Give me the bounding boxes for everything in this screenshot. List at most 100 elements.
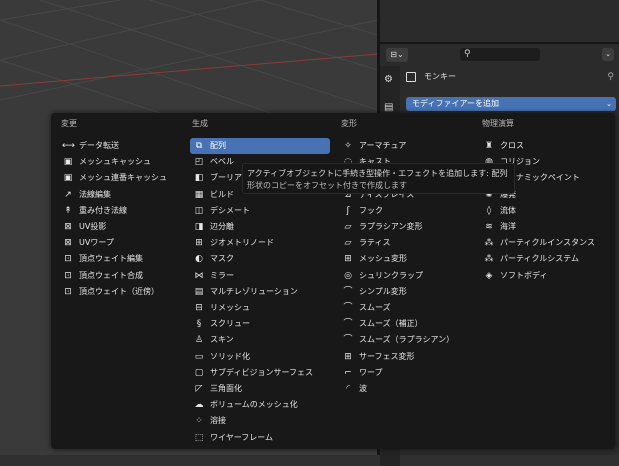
menu-item-label: スクリュー <box>210 319 250 329</box>
menu-item[interactable]: ◈ ソフトボディ <box>480 268 619 284</box>
menu-item[interactable]: ≋ 海洋 <box>480 219 619 235</box>
menu-item[interactable]: ⌒ スムーズ（補正） <box>339 316 479 332</box>
menu-item[interactable]: ⊞ メッシュ変形 <box>339 251 479 267</box>
menu-item[interactable]: ▤ マルチレゾリューション <box>190 284 330 300</box>
tooltip-line-1: アクティブオブジェクトに手続き型操作・エフェクトを追加します: 配列 <box>247 169 508 178</box>
menu-item[interactable]: ⋈ ミラー <box>190 268 330 284</box>
menu-item-label: 辺分離 <box>210 222 234 231</box>
modifier-icon: ♙ <box>194 335 204 346</box>
modifier-icon: ▤ <box>194 286 204 297</box>
menu-item-label: 溶接 <box>210 416 226 426</box>
modifier-icon: ♜ <box>484 141 494 151</box>
menu-item[interactable]: ⊞ ジオメトリノード <box>190 235 330 251</box>
modifier-icon: ◧ <box>194 173 204 184</box>
render-tab-icon[interactable]: ▤ <box>384 102 393 113</box>
search-input[interactable]: ⚲ <box>460 48 540 61</box>
menu-item[interactable]: ◜ 波 <box>339 381 479 397</box>
menu-item[interactable]: ♜ クロス <box>480 138 619 154</box>
tooltip-line-2: 形状のコピーをオフセット付きで作成します <box>247 181 407 190</box>
modifier-icon: ▱ <box>344 222 352 232</box>
menu-item-label: 頂点ウェイト合成 <box>79 270 143 280</box>
modifier-icon: ▭ <box>194 351 204 362</box>
menu-item[interactable]: ▱ ラティス <box>339 235 479 251</box>
menu-item[interactable]: ♙ スキン <box>190 332 330 348</box>
menu-item[interactable]: ⧉ 配列 <box>190 138 330 154</box>
menu-item[interactable]: § スクリュー <box>190 316 330 332</box>
menu-item[interactable]: ⌒ スムーズ（ラプラシアン） <box>339 332 479 348</box>
menu-item-label: フック <box>359 205 383 215</box>
menu-item[interactable]: ⊡ 頂点ウェイト編集 <box>59 251 199 267</box>
menu-item[interactable]: ⬚ ワイヤーフレーム <box>190 430 330 446</box>
menu-item[interactable]: ⊠ UVワープ <box>59 235 199 251</box>
menu-item[interactable]: ▱ ラプラシアン変形 <box>339 219 479 235</box>
modifier-icon: ʃ <box>346 205 350 216</box>
menu-item-label: 波 <box>359 384 367 393</box>
properties-icon: ⊟⌄ <box>390 50 404 59</box>
menu-item[interactable]: ✧ アーマチュア <box>339 138 479 154</box>
add-modifier-button[interactable]: モディファイアーを追加 ⌄ <box>406 97 616 111</box>
menu-item[interactable]: ↟ 重み付き法線 <box>59 203 199 219</box>
modifier-icon: ⌐ <box>344 367 352 378</box>
menu-item[interactable]: ⁂ パーティクルシステム <box>480 251 619 267</box>
menu-item[interactable]: ⟷ データ転送 <box>59 138 199 154</box>
tool-tab-icon[interactable]: ⚙ <box>384 74 393 85</box>
modifier-icon: ≋ <box>485 222 493 232</box>
menu-item[interactable]: ◊ 流体 <box>480 203 619 219</box>
modifier-icon: ⁂ <box>484 254 494 265</box>
menu-item-label: スムーズ（ラプラシアン） <box>359 335 455 345</box>
menu-item[interactable]: ⊟ リメッシュ <box>190 300 330 316</box>
menu-item[interactable]: ⊠ UV投影 <box>59 219 199 235</box>
modifier-icon: ⊞ <box>195 238 203 249</box>
menu-item-label: UV投影 <box>79 222 107 231</box>
search-icon: ⚲ <box>464 49 471 59</box>
menu-item[interactable]: ⊡ 頂点ウェイト（近傍） <box>59 284 199 300</box>
menu-item[interactable]: ⁘ 溶接 <box>190 413 330 429</box>
menu-item[interactable]: ⌒ シンプル変形 <box>339 284 479 300</box>
menu-item[interactable]: ◫ デシメート <box>190 203 330 219</box>
options-dropdown[interactable]: ⌄ <box>602 48 614 61</box>
menu-item[interactable]: ⊞ サーフェス変形 <box>339 349 479 365</box>
menu-item-label: アーマチュア <box>359 141 407 150</box>
modifier-icon: ⊡ <box>64 254 72 265</box>
menu-column-header: 物理演算 <box>482 119 514 128</box>
menu-item-label: ボリュームのメッシュ化 <box>210 400 298 410</box>
modifier-icon: ▣ <box>63 173 73 184</box>
menu-item-label: ワイヤーフレーム <box>210 432 274 442</box>
object-name-row: モンキー ⚲ <box>406 70 616 84</box>
editor-type-button[interactable]: ⊟⌄ <box>386 48 408 62</box>
menu-item[interactable]: ◎ シュリンクラップ <box>339 268 479 284</box>
menu-item[interactable]: ▭ ソリッド化 <box>190 349 330 365</box>
modifier-icon: ⊞ <box>344 254 352 265</box>
modifier-icon: ↟ <box>64 205 72 216</box>
menu-item-label: 配列 <box>210 141 226 150</box>
menu-column-header: 生成 <box>192 119 208 128</box>
menu-item-label: パーティクルシステム <box>500 254 580 264</box>
tooltip: アクティブオブジェクトに手続き型操作・エフェクトを追加します: 配列 形状のコピ… <box>242 163 515 194</box>
modifier-icon: ⁂ <box>484 238 494 249</box>
menu-item[interactable]: ◸ 三角面化 <box>190 381 330 397</box>
modifier-icon: ▱ <box>344 238 352 249</box>
pin-icon[interactable]: ⚲ <box>607 70 614 84</box>
menu-item-label: サブディビジョンサーフェス <box>210 367 313 377</box>
menu-item[interactable]: ↗ 法線編集 <box>59 187 199 203</box>
menu-item[interactable]: ☁ ボリュームのメッシュ化 <box>190 397 330 413</box>
modifier-icon: ☁ <box>194 400 204 411</box>
modifier-icon: ⊠ <box>64 222 72 232</box>
menu-item[interactable]: ⌐ ワープ <box>339 365 479 381</box>
menu-item[interactable]: ▣ メッシュキャッシュ <box>59 154 199 170</box>
menu-item[interactable]: ◐ マスク <box>190 251 330 267</box>
menu-item[interactable]: ⊡ 頂点ウェイト合成 <box>59 268 199 284</box>
menu-item[interactable]: ⁂ パーティクルインスタンス <box>480 235 619 251</box>
menu-item[interactable]: ⌒ スムーズ <box>339 300 479 316</box>
object-name[interactable]: モンキー <box>424 70 456 84</box>
menu-item-label: ラプラシアン変形 <box>359 222 423 231</box>
modifier-icon: ◈ <box>485 270 493 281</box>
menu-item[interactable]: ▢ サブディビジョンサーフェス <box>190 365 330 381</box>
menu-item[interactable]: ◨ 辺分離 <box>190 219 330 235</box>
menu-item[interactable]: ʃ フック <box>339 203 479 219</box>
menu-item-label: リメッシュ <box>210 303 250 312</box>
modifier-icon: ⌒ <box>343 319 353 330</box>
menu-item-label: スキン <box>210 335 234 345</box>
menu-item-label: サーフェス変形 <box>359 351 415 361</box>
menu-item[interactable]: ▣ メッシュ連番キャッシュ <box>59 170 199 186</box>
